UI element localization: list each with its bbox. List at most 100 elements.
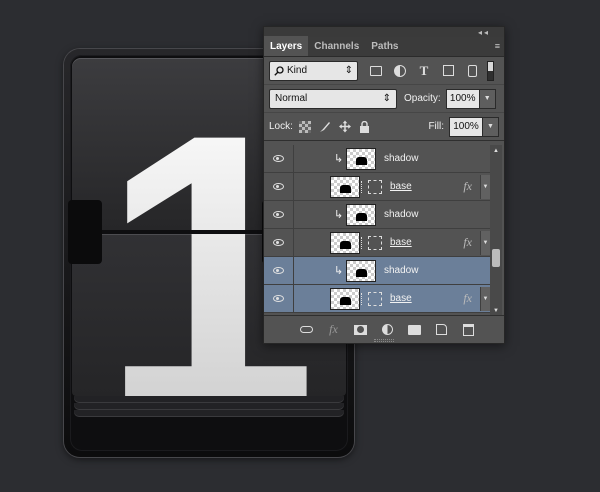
clipping-mask-icon: ↳ <box>334 265 344 277</box>
filter-smart-objects-button[interactable] <box>465 64 479 78</box>
scroll-up-button[interactable]: ▲ <box>490 145 502 157</box>
layers-scrollbar[interactable]: ▲ ▼ <box>490 145 502 317</box>
shape-icon <box>442 65 454 76</box>
new-layer-button[interactable] <box>435 323 448 336</box>
add-mask-button[interactable] <box>354 323 367 336</box>
panel-tab-bar: Layers Channels Paths ≡ <box>264 36 504 57</box>
layer-name[interactable]: shadow <box>384 265 418 276</box>
layer-name[interactable]: base <box>390 181 412 192</box>
filter-toggle-switch[interactable] <box>487 60 494 81</box>
eye-icon <box>273 267 284 274</box>
layers-list: ↳ shadow base fx ▼ ↳ shadow base fx ▼ ↳ … <box>264 145 490 317</box>
lock-position-icon[interactable] <box>338 120 351 133</box>
lock-icons <box>298 120 371 133</box>
layer-thumbnail <box>330 231 360 254</box>
new-layer-icon <box>436 324 447 335</box>
mask-link-icon[interactable] <box>361 292 367 305</box>
opacity-input[interactable]: 100% <box>445 88 480 109</box>
layer-name[interactable]: base <box>390 293 412 304</box>
blend-mode-select[interactable]: Normal ⇕ <box>269 88 397 109</box>
eye-icon <box>273 295 284 302</box>
expand-effects-toggle[interactable]: ▼ <box>480 175 490 199</box>
flap-stack-edge <box>74 396 344 402</box>
filter-kind-label: Kind <box>287 65 308 76</box>
panel-resize-grip[interactable] <box>374 339 394 342</box>
layer-thumbnail <box>346 203 376 226</box>
filter-row: Kind ⇕ T <box>264 57 504 85</box>
add-layer-style-button[interactable]: fx <box>327 322 340 336</box>
link-layers-button[interactable] <box>300 323 313 336</box>
opacity-dropdown-button[interactable]: ▼ <box>479 88 496 109</box>
tab-layers[interactable]: Layers <box>264 36 309 56</box>
layer-effects-icon[interactable]: fx <box>463 179 472 194</box>
filter-pixel-layers-button[interactable] <box>369 64 383 78</box>
lock-row: Lock: Fill: 100% ▼ <box>264 113 504 141</box>
eye-icon <box>273 155 284 162</box>
layer-name[interactable]: base <box>390 237 412 248</box>
new-adjustment-layer-button[interactable] <box>381 323 394 336</box>
layer-row-shadow-selected[interactable]: ↳ shadow <box>264 256 490 285</box>
new-group-button[interactable] <box>408 323 421 336</box>
delete-layer-button[interactable] <box>462 323 475 336</box>
visibility-toggle[interactable] <box>264 200 294 229</box>
trash-icon <box>463 323 474 336</box>
tab-paths[interactable]: Paths <box>365 36 404 56</box>
vector-mask-thumbnail[interactable] <box>368 179 382 194</box>
collapse-panel-icon[interactable]: ◂◂ <box>478 28 490 37</box>
layer-name[interactable]: shadow <box>384 209 418 220</box>
scrollbar-thumb[interactable] <box>492 249 500 267</box>
opacity-label: Opacity: <box>404 93 441 104</box>
image-icon <box>370 65 382 76</box>
filter-adjustment-layers-button[interactable] <box>393 64 407 78</box>
layer-row-shadow[interactable]: ↳ shadow <box>264 200 490 229</box>
layer-row-base[interactable]: base fx ▼ <box>264 172 490 201</box>
expand-effects-toggle[interactable]: ▼ <box>480 231 490 255</box>
tab-channels[interactable]: Channels <box>308 36 365 56</box>
layer-name[interactable]: shadow <box>384 153 418 164</box>
visibility-toggle[interactable] <box>264 228 294 257</box>
filter-type-layers-button[interactable]: T <box>417 63 431 78</box>
visibility-toggle[interactable] <box>264 284 294 313</box>
blend-row: Normal ⇕ Opacity: 100% ▼ <box>264 85 504 113</box>
layer-thumbnail <box>330 175 360 198</box>
clipping-mask-icon: ↳ <box>334 153 344 165</box>
vector-mask-thumbnail[interactable] <box>368 235 382 250</box>
fill-input[interactable]: 100% <box>449 116 483 137</box>
eye-icon <box>273 211 284 218</box>
adjustment-icon <box>394 64 406 77</box>
layer-effects-icon[interactable]: fx <box>463 291 472 306</box>
lock-label: Lock: <box>269 121 293 132</box>
mask-link-icon[interactable] <box>361 236 367 249</box>
fill-dropdown-button[interactable]: ▼ <box>483 116 499 137</box>
filter-kind-select[interactable]: Kind ⇕ <box>269 60 358 81</box>
visibility-toggle[interactable] <box>264 256 294 285</box>
layer-thumbnail <box>330 287 360 310</box>
visibility-toggle[interactable] <box>264 172 294 201</box>
layers-panel: ◂◂ Layers Channels Paths ≡ Kind ⇕ T Norm… <box>263 26 505 344</box>
link-icon <box>300 326 313 333</box>
layer-thumbnail <box>346 147 376 170</box>
clipping-mask-icon: ↳ <box>334 209 344 221</box>
folder-icon <box>408 324 421 335</box>
vector-mask-thumbnail[interactable] <box>368 291 382 306</box>
layer-effects-icon[interactable]: fx <box>463 235 472 250</box>
visibility-toggle[interactable] <box>264 145 294 173</box>
layers-bottom-toolbar: fx <box>264 315 504 343</box>
layer-row-shadow[interactable]: ↳ shadow <box>264 145 490 173</box>
lock-all-icon[interactable] <box>359 120 371 133</box>
lock-image-pixels-icon[interactable] <box>319 121 331 133</box>
layer-row-base-selected[interactable]: base fx ▼ <box>264 284 490 313</box>
fill-label: Fill: <box>428 121 444 132</box>
flap-stack-edge <box>74 403 344 409</box>
mask-icon <box>354 324 367 335</box>
lock-transparent-pixels-icon[interactable] <box>298 120 311 133</box>
select-arrows-icon: ⇕ <box>382 93 391 104</box>
layer-row-base[interactable]: base fx ▼ <box>264 228 490 257</box>
filter-type-icons: T <box>369 63 479 78</box>
expand-effects-toggle[interactable]: ▼ <box>480 287 490 311</box>
layer-thumbnail <box>346 259 376 282</box>
filter-shape-layers-button[interactable] <box>441 64 455 78</box>
mask-link-icon[interactable] <box>361 180 367 193</box>
panel-menu-icon[interactable]: ≡ <box>495 41 500 51</box>
select-arrows-icon: ⇕ <box>344 65 353 76</box>
